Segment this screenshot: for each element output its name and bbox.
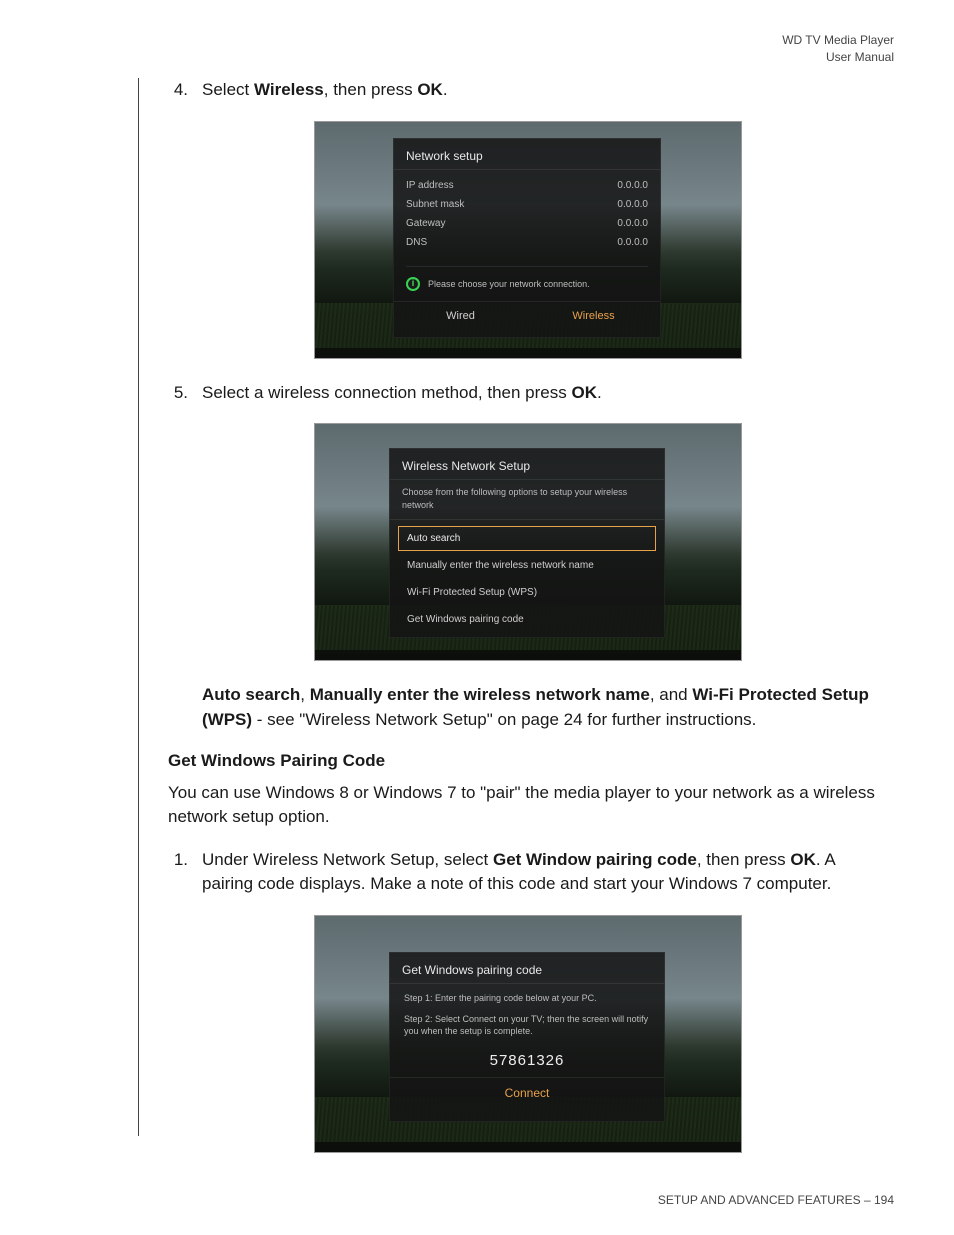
bold-get-pairing: Get Window pairing code bbox=[493, 850, 697, 869]
text: , bbox=[300, 685, 309, 704]
wireless-setup-panel: Wireless Network Setup Choose from the f… bbox=[389, 448, 665, 638]
network-setup-panel: Network setup IP address 0.0.0.0 Subnet m… bbox=[393, 138, 661, 338]
label: Subnet mask bbox=[406, 199, 464, 210]
screenshot-wireless-setup: Wireless Network Setup Choose from the f… bbox=[314, 423, 742, 661]
label: IP address bbox=[406, 180, 454, 191]
text: Select bbox=[202, 80, 254, 99]
page-header: WD TV Media Player User Manual bbox=[782, 32, 894, 66]
step-4: 4. Select Wireless, then press OK. bbox=[168, 78, 888, 103]
bold-manual: Manually enter the wireless network name bbox=[310, 685, 650, 704]
option-manual-name[interactable]: Manually enter the wireless network name bbox=[398, 553, 656, 578]
left-margin-rule bbox=[138, 78, 139, 1136]
bold-ok: OK bbox=[571, 383, 597, 402]
options-list: Auto search Manually enter the wireless … bbox=[390, 520, 664, 636]
text: . bbox=[443, 80, 448, 99]
options-explanation-paragraph: Auto search, Manually enter the wireless… bbox=[202, 683, 888, 732]
text: , then press bbox=[697, 850, 791, 869]
row-gateway: Gateway 0.0.0.0 bbox=[406, 214, 648, 233]
step-text: Select a wireless connection method, the… bbox=[202, 381, 888, 406]
label: DNS bbox=[406, 237, 427, 248]
network-info-list: IP address 0.0.0.0 Subnet mask 0.0.0.0 Gat… bbox=[394, 170, 660, 252]
row-subnet: Subnet mask 0.0.0.0 bbox=[406, 195, 648, 214]
panel-subtitle: Choose from the following options to set… bbox=[390, 479, 664, 520]
value: 0.0.0.0 bbox=[617, 180, 648, 191]
panel-title: Get Windows pairing code bbox=[390, 953, 664, 984]
footer-sep: – bbox=[861, 1193, 874, 1207]
step-number: 4. bbox=[168, 78, 188, 103]
page-footer: SETUP AND ADVANCED FEATURES – 194 bbox=[658, 1193, 894, 1207]
footer-page-number: 194 bbox=[874, 1193, 894, 1207]
screenshot-pairing-code: Get Windows pairing code Step 1: Enter t… bbox=[314, 915, 742, 1153]
step-number: 5. bbox=[168, 381, 188, 406]
option-auto-search[interactable]: Auto search bbox=[398, 526, 656, 551]
text: Under Wireless Network Setup, select bbox=[202, 850, 493, 869]
pairing-step-1: 1. Under Wireless Network Setup, select … bbox=[168, 848, 888, 897]
panel-title: Wireless Network Setup bbox=[390, 449, 664, 479]
header-line-2: User Manual bbox=[782, 49, 894, 66]
step-text: Select Wireless, then press OK. bbox=[202, 78, 888, 103]
page-content: 4. Select Wireless, then press OK. Netwo… bbox=[168, 78, 888, 1175]
value: 0.0.0.0 bbox=[617, 199, 648, 210]
connection-type-buttons: Wired Wireless bbox=[394, 301, 660, 330]
text: , then press bbox=[324, 80, 418, 99]
pairing-code-panel: Get Windows pairing code Step 1: Enter t… bbox=[389, 952, 665, 1122]
panel-title: Network setup bbox=[394, 139, 660, 170]
bold-wireless: Wireless bbox=[254, 80, 324, 99]
section-body-paragraph: You can use Windows 8 or Windows 7 to "p… bbox=[168, 781, 888, 830]
value: 0.0.0.0 bbox=[617, 218, 648, 229]
value: 0.0.0.0 bbox=[617, 237, 648, 248]
section-heading-pairing-code: Get Windows Pairing Code bbox=[168, 751, 888, 771]
pairing-step1-text: Step 1: Enter the pairing code below at … bbox=[390, 984, 664, 1005]
bold-ok: OK bbox=[790, 850, 816, 869]
footer-section: SETUP AND ADVANCED FEATURES bbox=[658, 1193, 861, 1207]
step-number: 1. bbox=[168, 848, 188, 897]
row-dns: DNS 0.0.0.0 bbox=[406, 233, 648, 252]
connect-button[interactable]: Connect bbox=[390, 1078, 664, 1108]
text: Select a wireless connection method, the… bbox=[202, 383, 571, 402]
bold-auto-search: Auto search bbox=[202, 685, 300, 704]
bold-ok: OK bbox=[417, 80, 443, 99]
step-5: 5. Select a wireless connection method, … bbox=[168, 381, 888, 406]
option-windows-pairing[interactable]: Get Windows pairing code bbox=[398, 607, 656, 632]
wireless-button[interactable]: Wireless bbox=[527, 302, 660, 330]
text: , and bbox=[650, 685, 693, 704]
text: . bbox=[597, 383, 602, 402]
info-icon: i bbox=[406, 277, 420, 291]
pairing-step2-text: Step 2: Select Connect on your TV; then … bbox=[390, 1005, 664, 1038]
screenshot-network-setup: Network setup IP address 0.0.0.0 Subnet m… bbox=[314, 121, 742, 359]
row-ip: IP address 0.0.0.0 bbox=[406, 176, 648, 195]
pairing-code-value: 57861326 bbox=[390, 1052, 664, 1078]
wired-button[interactable]: Wired bbox=[394, 302, 527, 330]
info-text: Please choose your network connection. bbox=[428, 279, 590, 289]
label: Gateway bbox=[406, 218, 445, 229]
text: - see "Wireless Network Setup" on page 2… bbox=[252, 710, 756, 729]
option-wps[interactable]: Wi-Fi Protected Setup (WPS) bbox=[398, 580, 656, 605]
info-message: i Please choose your network connection. bbox=[406, 266, 648, 291]
step-text: Under Wireless Network Setup, select Get… bbox=[202, 848, 888, 897]
header-line-1: WD TV Media Player bbox=[782, 32, 894, 49]
